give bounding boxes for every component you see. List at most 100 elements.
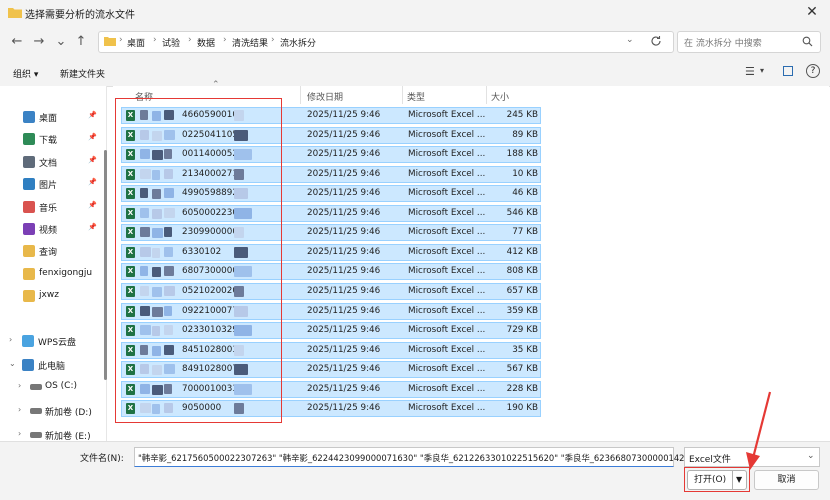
search-icon xyxy=(802,36,813,47)
breadcrumb-item[interactable]: 桌面 xyxy=(127,36,145,49)
refresh-icon[interactable] xyxy=(650,35,662,47)
sidebar-tree-label: 此电脑 xyxy=(38,362,66,372)
file-size: 808 KB xyxy=(506,266,538,277)
file-size: 546 KB xyxy=(506,207,538,218)
file-size: 46 KB xyxy=(512,188,538,199)
sidebar-item[interactable]: fenxigongju xyxy=(0,265,106,283)
sidebar-item[interactable]: jxwz xyxy=(0,287,106,305)
file-date: 2025/11/25 9:46 xyxy=(307,129,381,140)
chevron-down-icon[interactable]: ▾ xyxy=(760,66,764,75)
new-folder-button[interactable]: 新建文件夹 xyxy=(60,67,105,80)
sidebar-item-label: 视频 xyxy=(39,226,58,236)
sidebar-tree-item[interactable]: › OS (C:) xyxy=(0,378,106,396)
download-icon xyxy=(23,133,35,146)
window-title: 选择需要分析的流水文件 xyxy=(25,10,135,21)
file-date: 2025/11/25 9:46 xyxy=(307,383,381,394)
view-menu-icon[interactable]: ☰ xyxy=(745,65,755,78)
sidebar-item[interactable]: 视频 📌 xyxy=(0,220,106,238)
breadcrumb-item[interactable]: 清洗结果 xyxy=(232,36,268,49)
file-size: 359 KB xyxy=(506,305,538,316)
column-header-type[interactable]: 类型 xyxy=(407,90,425,103)
breadcrumb-item[interactable]: 数据 xyxy=(197,36,215,49)
picture-icon xyxy=(23,178,35,191)
breadcrumb-separator: › xyxy=(119,35,123,45)
chevron-right-icon[interactable]: › xyxy=(18,429,21,438)
back-button[interactable]: ← xyxy=(8,33,26,51)
file-type: Microsoft Excel ... xyxy=(408,129,486,140)
breadcrumb-separator: › xyxy=(271,35,275,45)
breadcrumb-item[interactable]: 试验 xyxy=(162,36,180,49)
folder-icon xyxy=(8,8,22,18)
file-size: 228 KB xyxy=(506,383,538,394)
sidebar-item-label: 音乐 xyxy=(39,203,58,214)
file-size: 190 KB xyxy=(506,403,538,414)
document-icon xyxy=(23,155,35,168)
file-date: 2025/11/25 9:46 xyxy=(307,110,381,120)
folder-icon xyxy=(23,267,35,280)
pin-icon: 📌 xyxy=(88,178,97,187)
sidebar-item[interactable]: 桌面 📌 xyxy=(0,108,106,126)
file-size: 188 KB xyxy=(506,149,538,160)
sidebar-item-label: fenxigongju xyxy=(39,267,93,278)
breadcrumb-item[interactable]: 流水拆分 xyxy=(280,36,316,49)
search-input[interactable]: 在 流水拆分 中搜索 xyxy=(677,31,821,53)
sidebar-item-label: 文档 xyxy=(39,158,58,169)
file-size: 10 KB xyxy=(512,168,538,179)
organize-menu[interactable]: 组织 ▾ xyxy=(13,67,38,80)
column-divider[interactable] xyxy=(300,86,301,104)
folder-icon xyxy=(104,37,116,46)
sidebar-item[interactable]: 文档 📌 xyxy=(0,153,106,171)
sidebar-item[interactable]: 查询 xyxy=(0,242,106,260)
file-date: 2025/11/25 9:46 xyxy=(307,325,381,336)
file-type: Microsoft Excel ... xyxy=(408,246,486,257)
annotation-arrow xyxy=(746,391,772,470)
address-bar[interactable] xyxy=(98,31,674,53)
chevron-right-icon[interactable]: › xyxy=(18,381,21,390)
filename-input[interactable]: "韩辛影_6217560500022307263" "韩辛影_622442309… xyxy=(134,447,699,467)
up-button[interactable]: ↑ xyxy=(72,33,90,51)
file-date: 2025/11/25 9:46 xyxy=(307,285,381,296)
file-date: 2025/11/25 9:46 xyxy=(307,246,381,257)
sidebar-tree-item[interactable]: ⌄ 此电脑 xyxy=(0,356,106,374)
forward-button[interactable]: → xyxy=(30,33,48,51)
drive-icon xyxy=(30,432,42,438)
file-size: 412 KB xyxy=(506,246,538,257)
drive-icon xyxy=(30,408,42,414)
recent-locations-button[interactable]: ⌄ xyxy=(52,33,70,51)
file-date: 2025/11/25 9:46 xyxy=(307,188,381,199)
file-type-value: Excel文件 xyxy=(689,455,731,465)
file-type: Microsoft Excel ... xyxy=(408,285,486,296)
sidebar-item[interactable]: 下载 📌 xyxy=(0,130,106,148)
sidebar-tree-item[interactable]: › WPS云盘 xyxy=(0,332,106,350)
chevron-right-icon[interactable]: › xyxy=(9,335,12,344)
highlight-box xyxy=(115,98,282,423)
sidebar-item[interactable]: 图片 📌 xyxy=(0,175,106,193)
file-date: 2025/11/25 9:46 xyxy=(307,344,381,355)
preview-pane-icon[interactable] xyxy=(783,66,793,76)
sidebar-item-label: 桌面 xyxy=(39,114,58,124)
sidebar-item-label: 查询 xyxy=(39,248,58,259)
breadcrumb-separator: › xyxy=(223,35,227,45)
folder-icon xyxy=(23,290,35,303)
highlight-box xyxy=(684,467,750,492)
chevron-down-icon[interactable]: ⌄ xyxy=(626,35,634,45)
cancel-button[interactable]: 取消 xyxy=(754,470,819,490)
column-divider[interactable] xyxy=(486,86,487,104)
column-header-date[interactable]: 修改日期 xyxy=(307,90,343,103)
close-button[interactable]: ✕ xyxy=(800,2,824,22)
help-icon[interactable]: ? xyxy=(806,64,820,78)
video-icon xyxy=(23,223,35,235)
chevron-right-icon[interactable]: › xyxy=(18,405,21,414)
cloud-icon xyxy=(22,335,34,347)
file-date: 2025/11/25 9:46 xyxy=(307,266,381,277)
column-divider[interactable] xyxy=(402,86,403,104)
column-header-size[interactable]: 大小 xyxy=(491,90,509,103)
sidebar-item[interactable]: 音乐 📌 xyxy=(0,198,106,216)
sidebar-tree-item[interactable]: › 新加卷 (D:) xyxy=(0,402,106,420)
chevron-down-icon: ⌄ xyxy=(807,451,815,461)
file-date: 2025/11/25 9:46 xyxy=(307,227,381,238)
file-type: Microsoft Excel ... xyxy=(408,188,486,199)
pin-icon: 📌 xyxy=(88,133,97,142)
desktop-icon xyxy=(23,111,35,123)
chevron-down-icon[interactable]: ⌄ xyxy=(9,359,16,368)
